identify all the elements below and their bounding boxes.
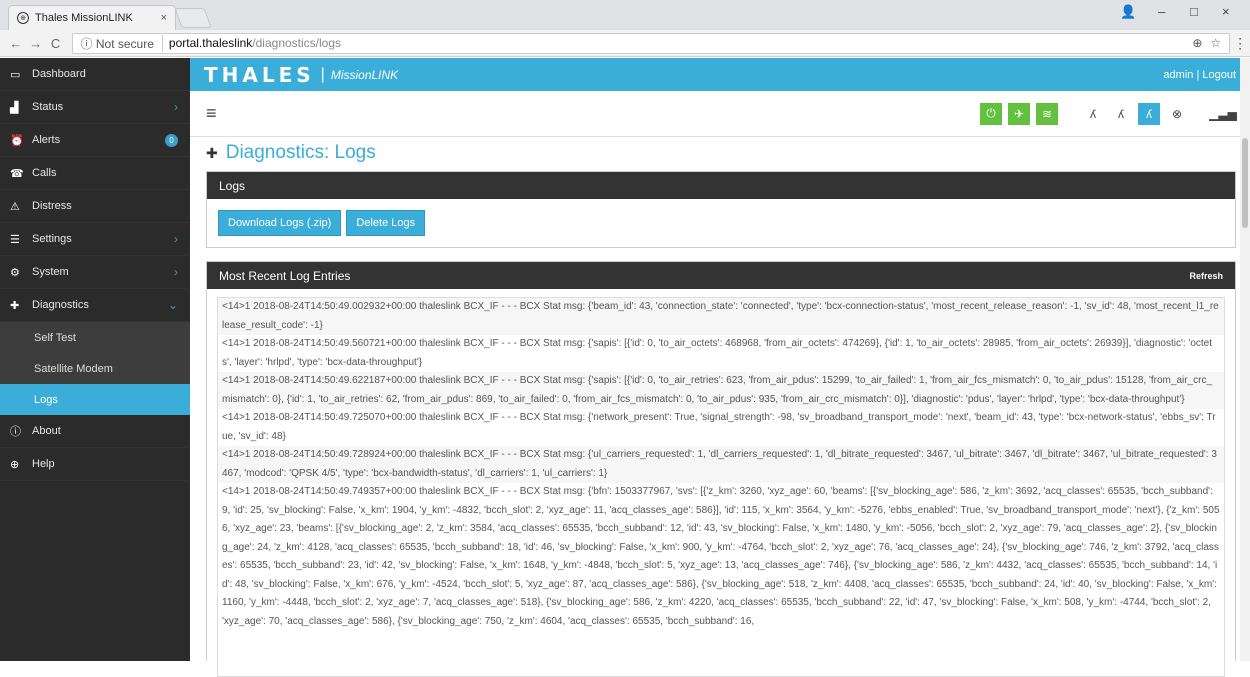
- sidebar-item-label: Status: [32, 101, 64, 113]
- sidebar-item-calls[interactable]: ☎ Calls: [0, 157, 190, 190]
- sidebar-item-label: Distress: [32, 200, 72, 212]
- sidebar-item-diagnostics[interactable]: ✚ Diagnostics ⌄: [0, 289, 190, 322]
- log-entry: <14>1 2018-08-24T14:50:49.002932+00:00 t…: [218, 298, 1224, 335]
- alert-count-badge: 0: [165, 133, 178, 147]
- chevron-right-icon: ›: [174, 100, 178, 114]
- satellite-icon[interactable]: ✈: [1008, 102, 1030, 125]
- menu-toggle-icon[interactable]: ≡: [206, 103, 217, 124]
- address-bar[interactable]: ⓘ Not secure portal.thaleslink/diagnosti…: [71, 32, 1231, 54]
- sidebar-item-distress[interactable]: ⚠ Distress: [0, 190, 190, 223]
- browser-menu-icon[interactable]: ⋮: [1230, 35, 1250, 52]
- lifebuoy-icon: ⊕: [10, 458, 20, 471]
- refresh-link[interactable]: Refresh: [1189, 271, 1223, 281]
- signal-strength-icon[interactable]: ▁▃▅: [1209, 103, 1237, 125]
- alarm-icon: ⏰: [10, 134, 24, 147]
- browser-toolbar: ← → C ⓘ Not secure portal.thaleslink/dia…: [0, 30, 1250, 57]
- chevron-down-icon: ⌄: [167, 298, 178, 312]
- sidebar-item-about[interactable]: ⓘ About: [0, 415, 190, 448]
- tab-title: Thales MissionLINK: [35, 12, 133, 24]
- gear-icon: ⚙: [10, 266, 20, 279]
- sidebar-item-label: Alerts: [32, 134, 61, 146]
- chevron-right-icon: ›: [174, 265, 178, 279]
- window-close-icon[interactable]: ×: [1222, 4, 1230, 19]
- globe-icon[interactable]: ⊗: [1166, 103, 1188, 125]
- sidebar-item-status[interactable]: ▟ Status ›: [0, 91, 190, 124]
- back-icon[interactable]: ←: [6, 36, 26, 51]
- bar-chart-icon: ▟: [10, 101, 19, 114]
- maximize-icon[interactable]: □: [1190, 4, 1198, 19]
- log-entries-list[interactable]: <14>1 2018-08-24T14:50:49.002932+00:00 t…: [217, 297, 1225, 677]
- close-icon[interactable]: ×: [161, 12, 167, 24]
- sidebar-item-label: Help: [32, 458, 55, 470]
- page-title: ✚ Diagnostics: Logs: [206, 142, 376, 164]
- scrollbar-thumb[interactable]: [1242, 138, 1248, 228]
- app-header: THALES | MissionLINK admin | Logout: [190, 58, 1250, 91]
- phone-icon: ☎: [10, 167, 24, 180]
- network-icon[interactable]: ʎ: [1082, 103, 1104, 125]
- sidebar-item-label: About: [32, 425, 61, 437]
- sidebar-item-label: Dashboard: [32, 68, 86, 80]
- sidebar-subitem-logs[interactable]: Logs: [0, 384, 190, 415]
- sidebar-item-dashboard[interactable]: ▭ Dashboard: [0, 58, 190, 91]
- sidebar-item-system[interactable]: ⚙ System ›: [0, 256, 190, 289]
- sidebar-item-label: Diagnostics: [32, 299, 89, 311]
- brand-separator: |: [320, 65, 325, 83]
- download-logs-button[interactable]: Download Logs (.zip): [218, 210, 342, 236]
- log-entry: <14>1 2018-08-24T14:50:49.749357+00:00 t…: [222, 486, 1220, 627]
- forward-icon[interactable]: →: [26, 36, 46, 51]
- user-logout-link[interactable]: admin | Logout: [1163, 69, 1236, 81]
- reload-icon[interactable]: C: [46, 36, 66, 51]
- globe-icon: ⊕: [17, 12, 29, 24]
- wifi-icon[interactable]: ≋: [1036, 102, 1058, 125]
- sidebar-item-label: System: [32, 266, 69, 278]
- zoom-icon[interactable]: ⊕: [1192, 36, 1202, 50]
- page-scrollbar[interactable]: [1240, 58, 1250, 661]
- sidebar-subitem-satellite-modem[interactable]: Satellite Modem: [0, 353, 190, 384]
- sidebar-item-label: Settings: [32, 233, 72, 245]
- panel-title: Most Recent Log Entries: [219, 268, 351, 283]
- power-icon[interactable]: ⏻: [980, 102, 1002, 125]
- recent-log-entries-panel: Most Recent Log Entries Refresh <14>1 20…: [206, 261, 1236, 677]
- network-icon[interactable]: ʎ: [1110, 103, 1132, 125]
- product-name: MissionLINK: [330, 67, 399, 82]
- panel-header: Most Recent Log Entries Refresh: [207, 262, 1235, 289]
- panel-title: Logs: [219, 178, 246, 193]
- minimize-icon[interactable]: –: [1158, 4, 1165, 19]
- sliders-icon: ☰: [10, 233, 20, 246]
- log-entry: <14>1 2018-08-24T14:50:49.622187+00:00 t…: [218, 372, 1224, 409]
- delete-logs-button[interactable]: Delete Logs: [346, 210, 426, 236]
- medkit-icon: ✚: [10, 299, 20, 312]
- url-host: portal.thaleslink: [168, 36, 253, 50]
- panel-header: Logs: [207, 172, 1235, 199]
- log-entry: <14>1 2018-08-24T14:50:49.728924+00:00 t…: [218, 446, 1224, 483]
- new-tab-button[interactable]: [174, 8, 212, 28]
- security-indicator[interactable]: ⓘ Not secure: [81, 34, 163, 52]
- warning-icon: ⚠: [10, 200, 20, 213]
- profile-icon[interactable]: 👤: [1120, 4, 1136, 20]
- chevron-right-icon: ›: [174, 232, 178, 246]
- page-title-text: Diagnostics: Logs: [225, 142, 376, 163]
- brand-logo: THALES: [204, 62, 315, 87]
- log-entry: <14>1 2018-08-24T14:50:49.560721+00:00 t…: [222, 338, 1212, 368]
- sidebar-subitem-self-test[interactable]: Self Test: [0, 322, 190, 353]
- logs-panel: Logs Download Logs (.zip) Delete Logs: [206, 171, 1236, 248]
- info-icon: ⓘ: [10, 426, 21, 438]
- monitor-icon: ▭: [10, 68, 21, 81]
- sidebar-item-alerts[interactable]: ⏰ Alerts 0: [0, 124, 190, 157]
- sidebar-item-label: Calls: [32, 167, 57, 179]
- sidebar-item-help[interactable]: ⊕ Help: [0, 448, 190, 481]
- status-toolbar: ≡ ⏻ ✈ ≋ ʎ ʎ ʎ ⊗ ▁▃▅: [190, 91, 1250, 137]
- sidebar-item-settings[interactable]: ☰ Settings ›: [0, 223, 190, 256]
- network-active-icon[interactable]: ʎ: [1138, 102, 1160, 125]
- log-entry: <14>1 2018-08-24T14:50:49.725070+00:00 t…: [222, 412, 1216, 442]
- sidebar: ▭ Dashboard ▟ Status › ⏰ Alerts 0 ☎ Call…: [0, 58, 190, 661]
- medkit-icon: ✚: [206, 144, 218, 161]
- url-path: /diagnostics/logs: [252, 36, 342, 50]
- browser-tab[interactable]: ⊕ Thales MissionLINK ×: [8, 5, 176, 30]
- bookmark-star-icon[interactable]: ☆: [1210, 36, 1221, 50]
- browser-tabstrip: ⊕ Thales MissionLINK × 👤 – □ ×: [0, 0, 1250, 30]
